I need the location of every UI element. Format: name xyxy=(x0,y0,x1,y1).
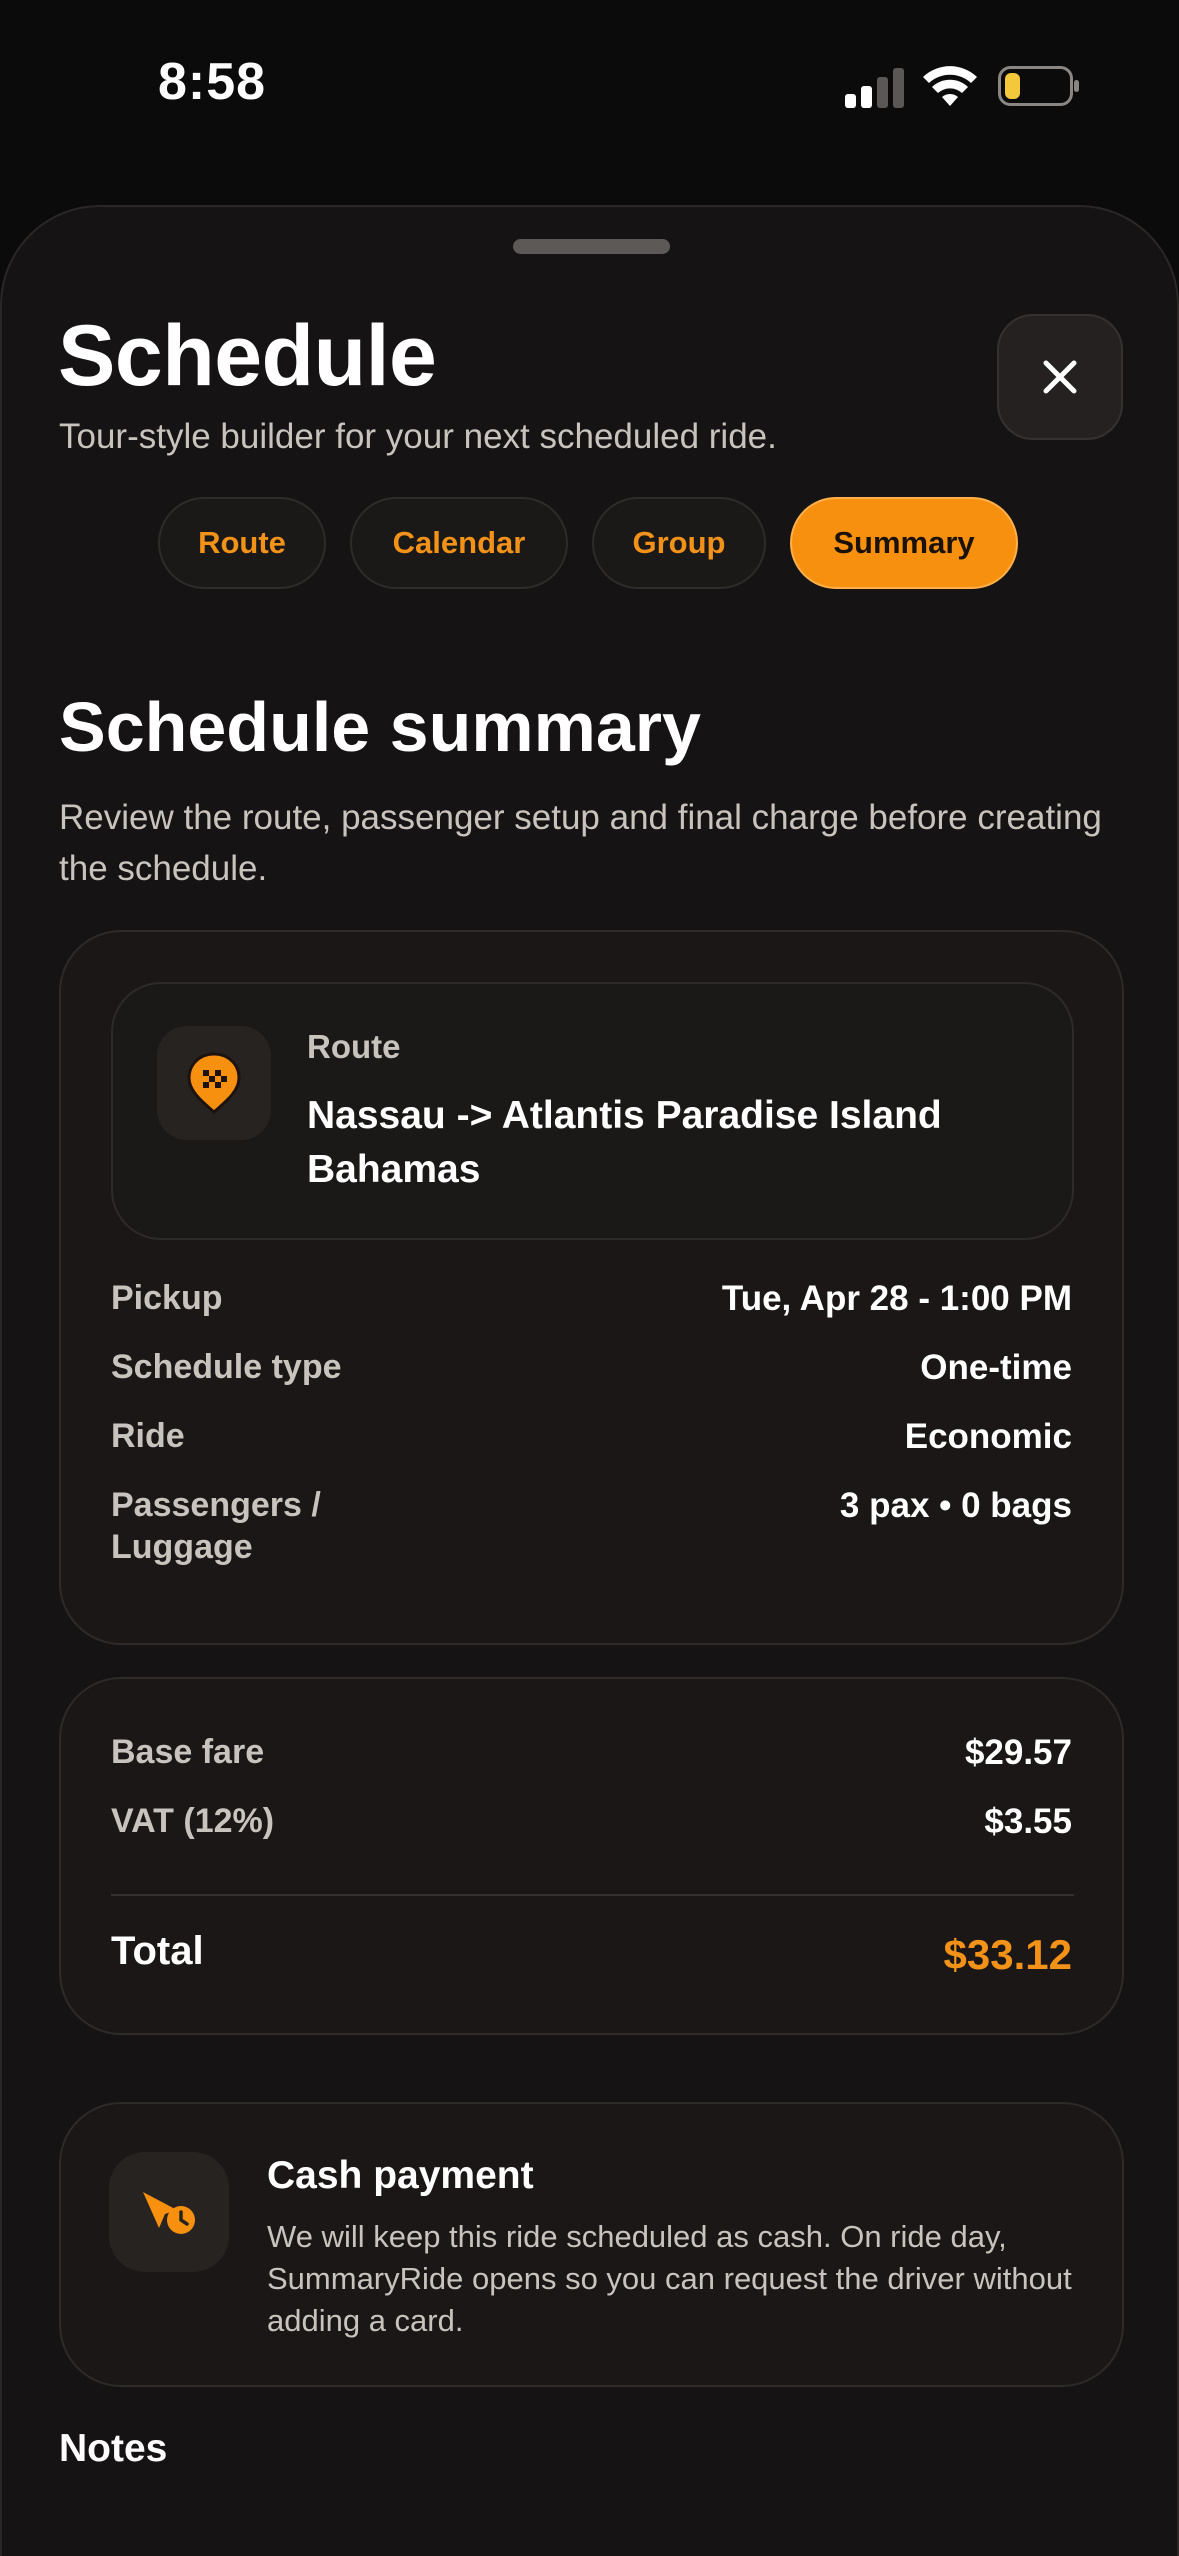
close-icon xyxy=(1043,360,1077,394)
base-fare-value: $29.57 xyxy=(964,1733,1072,1772)
passengers-luggage-value: 3 pax • 0 bags xyxy=(839,1486,1072,1525)
route-label: Route xyxy=(307,1028,401,1065)
sheet-grabber[interactable] xyxy=(513,239,670,254)
base-fare-label: Base fare xyxy=(111,1733,265,1771)
passengers-luggage-label: Passengers / Luggage xyxy=(111,1486,321,1566)
vat-value: $3.55 xyxy=(984,1802,1072,1841)
total-value: $33.12 xyxy=(943,1931,1072,1978)
notes-title: Notes xyxy=(59,2427,168,2470)
cash-payment-description: We will keep this ride scheduled as cash… xyxy=(267,2219,1072,2338)
tab-summary[interactable]: Summary xyxy=(790,497,1018,589)
taxi-pin-icon xyxy=(187,1052,241,1115)
summary-description: Review the route, passenger setup and fi… xyxy=(59,798,1102,888)
step-tabs: Route Calendar Group Summary xyxy=(158,497,1018,589)
schedule-type-value: One-time xyxy=(920,1348,1072,1387)
pickup-value: Tue, Apr 28 - 1:00 PM xyxy=(721,1279,1072,1318)
status-bar: 8:58 xyxy=(0,0,1179,175)
route-icon-container xyxy=(157,1026,271,1140)
schedule-sheet: Schedule Tour-style builder for your nex… xyxy=(0,205,1179,2556)
close-button[interactable] xyxy=(997,314,1123,440)
route-details-card: Route Nassau -> Atlantis Paradise Island… xyxy=(59,930,1124,1645)
total-label: Total xyxy=(111,1929,204,1973)
ride-value: Economic xyxy=(904,1417,1072,1456)
fare-card: Base fare $29.57 VAT (12%) $3.55 Total $… xyxy=(59,1677,1124,2035)
schedule-type-label: Schedule type xyxy=(111,1348,342,1386)
status-time: 8:58 xyxy=(158,53,267,111)
ride-label: Ride xyxy=(111,1417,185,1455)
cellular-signal-icon xyxy=(845,66,905,108)
sheet-title: Schedule xyxy=(58,308,437,404)
cash-payment-card: Cash payment We will keep this ride sche… xyxy=(59,2102,1124,2387)
tab-group[interactable]: Group xyxy=(592,497,766,589)
scheduled-ride-icon xyxy=(143,2192,195,2234)
summary-title: Schedule summary xyxy=(59,688,701,766)
fare-divider xyxy=(111,1894,1074,1896)
sheet-subtitle: Tour-style builder for your next schedul… xyxy=(59,417,777,456)
cash-payment-title: Cash payment xyxy=(267,2154,534,2197)
route-value: Nassau -> Atlantis Paradise Island Baham… xyxy=(307,1094,942,1191)
vat-label: VAT (12%) xyxy=(111,1802,275,1840)
pickup-label: Pickup xyxy=(111,1279,223,1317)
tab-calendar[interactable]: Calendar xyxy=(350,497,568,589)
wifi-icon xyxy=(923,66,977,106)
route-box: Route Nassau -> Atlantis Paradise Island… xyxy=(111,982,1074,1240)
battery-low-icon xyxy=(998,66,1079,106)
cash-icon-container xyxy=(109,2152,229,2272)
tab-route[interactable]: Route xyxy=(158,497,326,589)
